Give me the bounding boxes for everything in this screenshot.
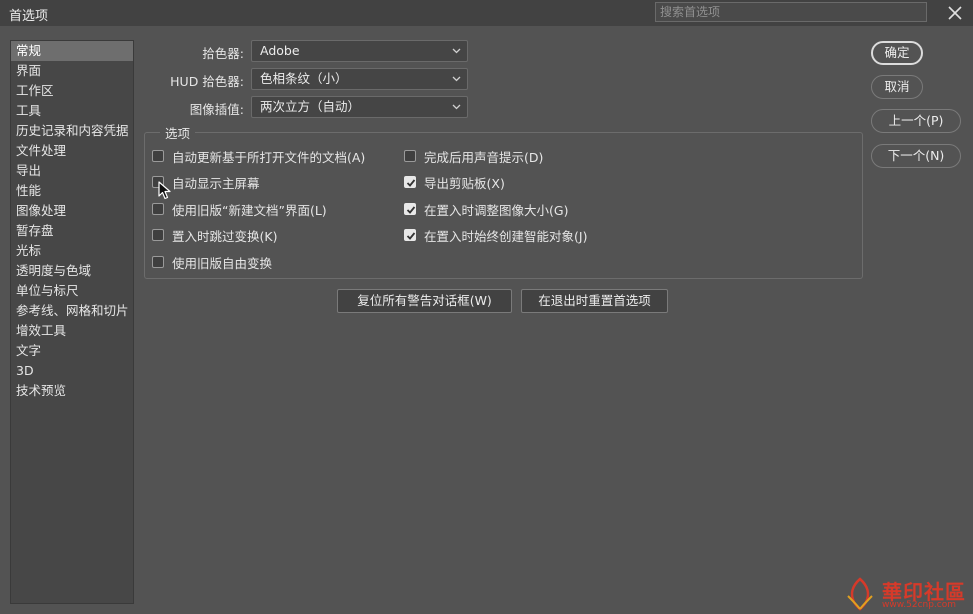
next-button[interactable]: 下一个(N): [871, 144, 961, 168]
smart-object-on-place-checkbox[interactable]: 在置入时始终创建智能对象(J): [404, 226, 587, 244]
reset-prefs-button[interactable]: 在退出时重置首选项: [521, 289, 668, 313]
checkbox-box[interactable]: [404, 229, 416, 241]
close-icon[interactable]: [945, 3, 965, 23]
sidebar-item-guides[interactable]: 参考线、网格和切片: [11, 301, 133, 321]
sidebar-item-units[interactable]: 单位与标尺: [11, 281, 133, 301]
search-input[interactable]: [655, 2, 927, 22]
sidebar-item-tech-preview[interactable]: 技术预览: [11, 381, 133, 401]
hud-picker-select[interactable]: 色相条纹（小）: [251, 68, 468, 90]
sidebar-item-export[interactable]: 导出: [11, 161, 133, 181]
beep-when-done-checkbox[interactable]: 完成后用声音提示(D): [404, 147, 543, 165]
sidebar-item-plugins[interactable]: 增效工具: [11, 321, 133, 341]
checkbox-box[interactable]: [152, 256, 164, 268]
skip-transform-checkbox[interactable]: 置入时跳过变换(K): [152, 226, 277, 244]
sidebar-item-history[interactable]: 历史记录和内容凭据: [11, 121, 133, 141]
sidebar-item-image-processing[interactable]: 图像处理: [11, 201, 133, 221]
color-picker-label: 拾色器:: [202, 46, 244, 61]
color-picker-select[interactable]: Adobe: [251, 40, 468, 62]
checkbox-label: 在置入时始终创建智能对象(J): [424, 228, 588, 244]
checkbox-box[interactable]: [404, 203, 416, 215]
ok-button[interactable]: 确定: [871, 41, 923, 65]
checkbox-box[interactable]: [152, 229, 164, 241]
sidebar-item-3d[interactable]: 3D: [11, 361, 133, 381]
hud-picker-label: HUD 拾色器:: [170, 74, 244, 89]
watermark-logo-icon: [847, 577, 873, 611]
sidebar-item-file-handling[interactable]: 文件处理: [11, 141, 133, 161]
sidebar-item-scratch-disks[interactable]: 暂存盘: [11, 221, 133, 241]
chevron-down-icon: [452, 104, 461, 110]
sidebar-item-cursors[interactable]: 光标: [11, 241, 133, 261]
mouse-pointer-icon: [158, 181, 171, 200]
chevron-down-icon: [452, 48, 461, 54]
watermark-url: www.52cnp.com: [882, 600, 957, 610]
hud-picker-value: 色相条纹（小）: [260, 71, 348, 86]
reset-warnings-button[interactable]: 复位所有警告对话框(W): [337, 289, 512, 313]
sidebar-item-type[interactable]: 文字: [11, 341, 133, 361]
auto-update-checkbox[interactable]: 自动更新基于所打开文件的文档(A): [152, 147, 365, 165]
color-picker-value: Adobe: [260, 43, 300, 58]
resize-on-place-checkbox[interactable]: 在置入时调整图像大小(G): [404, 200, 568, 218]
checkbox-label: 导出剪贴板(X): [424, 175, 505, 191]
checkbox-label: 自动显示主屏幕: [172, 175, 260, 191]
options-group-title: 选项: [160, 123, 196, 142]
legacy-new-doc-checkbox[interactable]: 使用旧版“新建文档”界面(L): [152, 200, 327, 218]
checkbox-label: 置入时跳过变换(K): [172, 228, 278, 244]
window-title: 首选项: [9, 9, 49, 24]
checkbox-box[interactable]: [152, 150, 164, 162]
sidebar-item-transparency[interactable]: 透明度与色域: [11, 261, 133, 281]
sidebar-item-performance[interactable]: 性能: [11, 181, 133, 201]
cancel-button[interactable]: 取消: [871, 75, 923, 99]
checkbox-box[interactable]: [404, 150, 416, 162]
interpolation-label: 图像插值:: [189, 102, 244, 117]
sidebar: 常规 界面 工作区 工具 历史记录和内容凭据 文件处理 导出 性能 图像处理 暂…: [10, 40, 134, 604]
chevron-down-icon: [452, 76, 461, 82]
checkbox-label: 使用旧版自由变换: [172, 255, 273, 271]
title-bar: 首选项: [0, 0, 973, 26]
checkbox-label: 完成后用声音提示(D): [424, 149, 544, 165]
checkbox-label: 自动更新基于所打开文件的文档(A): [172, 149, 366, 165]
watermark: 華印社區 www.52cnp.com: [842, 576, 970, 612]
checkbox-box[interactable]: [404, 176, 416, 188]
legacy-free-transform-checkbox[interactable]: 使用旧版自由变换: [152, 253, 272, 271]
checkbox-label: 使用旧版“新建文档”界面(L): [172, 202, 327, 218]
checkbox-box[interactable]: [152, 203, 164, 215]
interpolation-value: 两次立方（自动）: [260, 99, 361, 114]
prev-button[interactable]: 上一个(P): [871, 109, 961, 133]
export-clipboard-checkbox[interactable]: 导出剪贴板(X): [404, 173, 505, 191]
interpolation-select[interactable]: 两次立方（自动）: [251, 96, 468, 118]
checkbox-label: 在置入时调整图像大小(G): [424, 202, 569, 218]
